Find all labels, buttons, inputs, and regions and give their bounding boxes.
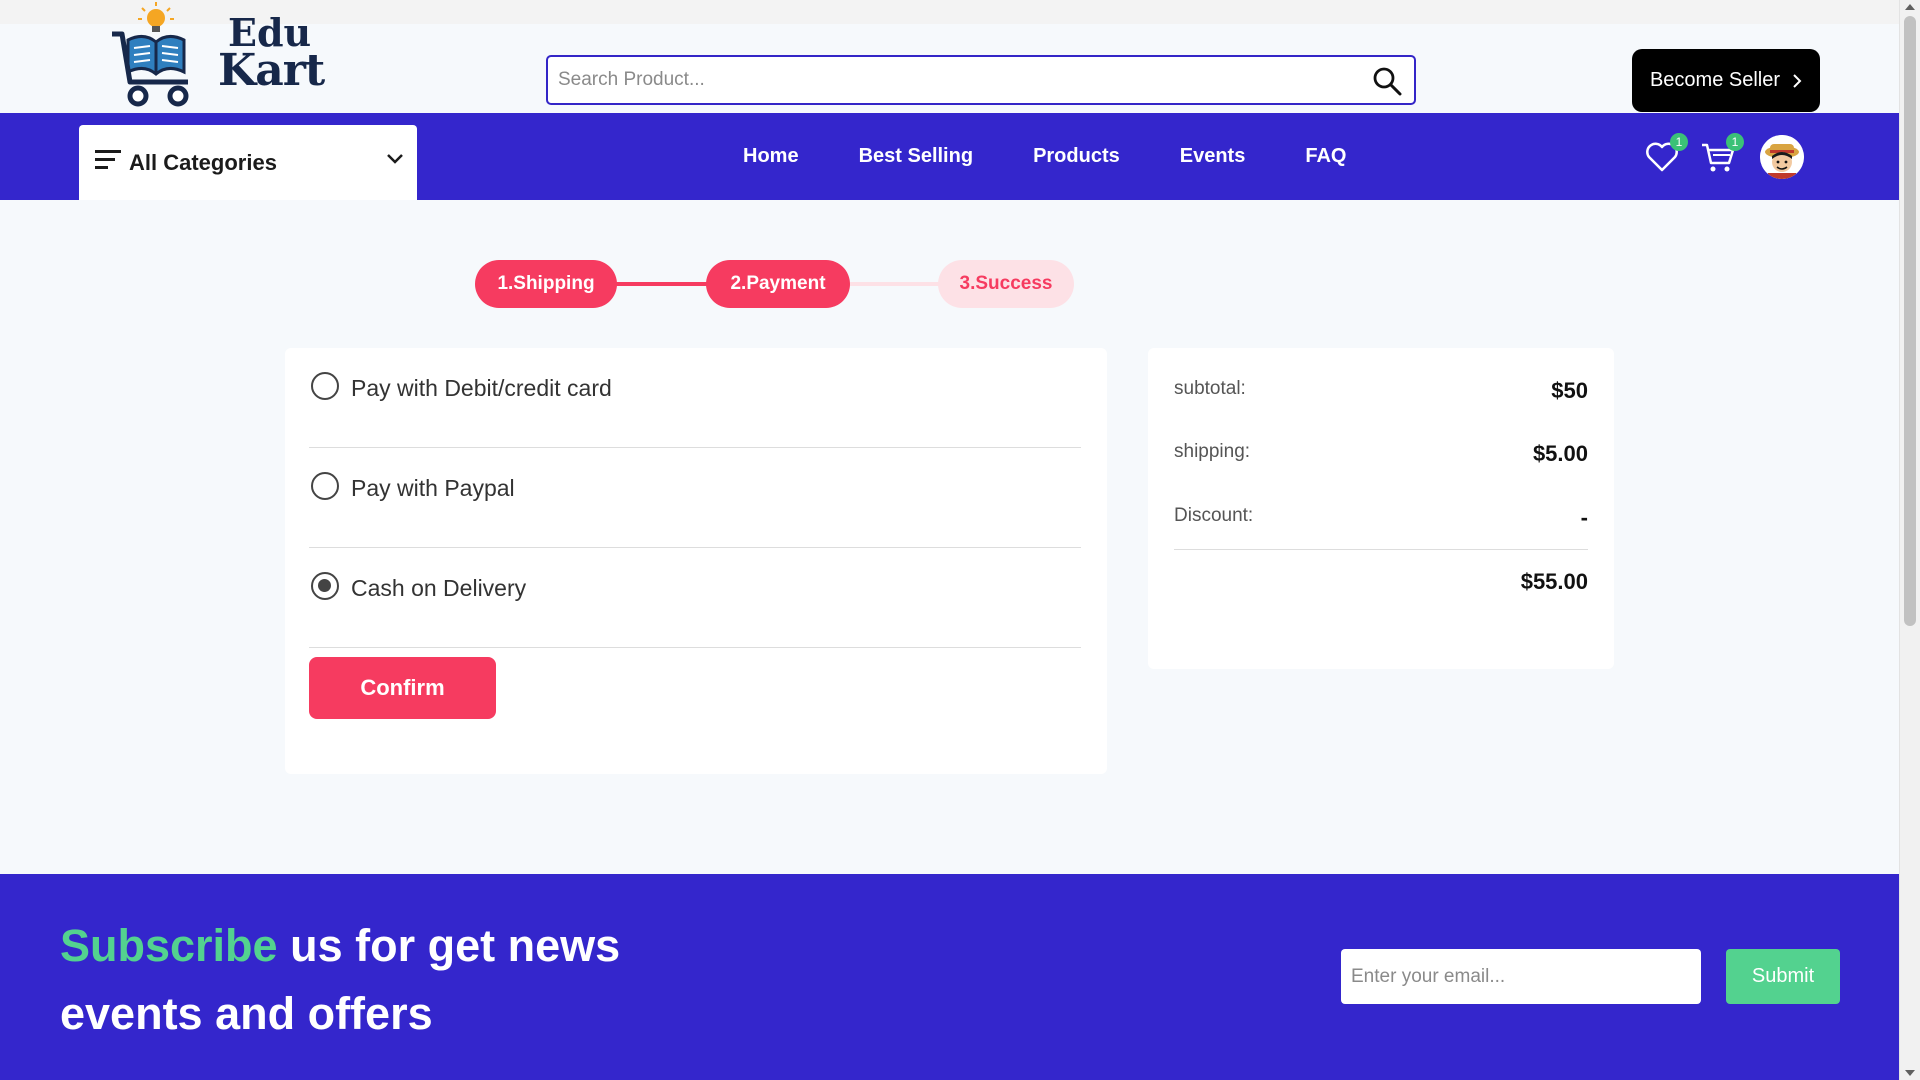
payment-option-paypal[interactable]: Pay with Paypal (309, 448, 1081, 548)
avatar[interactable] (1760, 135, 1804, 179)
payment-option-cod[interactable]: Cash on Delivery (309, 548, 1081, 648)
nav-link-best-selling[interactable]: Best Selling (859, 145, 973, 168)
cart-button[interactable]: 1 (1700, 133, 1744, 175)
search-box (546, 55, 1416, 105)
payment-option-card[interactable]: Pay with Debit/credit card (309, 348, 1081, 448)
search-input[interactable] (558, 57, 1348, 103)
submit-button[interactable]: Submit (1726, 949, 1840, 1004)
nav-link-home[interactable]: Home (743, 145, 799, 168)
scroll-up-arrow-icon[interactable] (1905, 4, 1915, 10)
wishlist-button[interactable]: 1 (1644, 133, 1688, 175)
summary-discount: Discount: - (1174, 505, 1588, 535)
subscribe-highlight: Subscribe (60, 920, 278, 971)
footer-subscribe: Subscribe us for get news events and off… (0, 874, 1899, 1080)
main-nav: All Categories Home Best Selling Product… (0, 113, 1899, 200)
shipping-label: shipping: (1174, 441, 1251, 462)
search-icon[interactable] (1372, 66, 1402, 96)
logo-text: Edu Kart (218, 14, 325, 96)
radio-paypal[interactable] (311, 472, 339, 500)
subtotal-label: subtotal: (1174, 378, 1246, 399)
wishlist-count-badge: 1 (1670, 133, 1688, 151)
confirm-button[interactable]: Confirm (309, 657, 496, 719)
payment-option-label: Cash on Delivery (351, 575, 527, 601)
menu-icon (95, 150, 121, 169)
scrollbar-thumb[interactable] (1904, 16, 1916, 626)
nav-icons: 1 1 (1644, 133, 1804, 181)
chevron-right-icon (1793, 73, 1802, 88)
all-categories-dropdown[interactable]: All Categories (79, 125, 417, 200)
radio-card[interactable] (311, 372, 339, 400)
step-connector-2 (845, 282, 941, 286)
payment-option-label: Pay with Debit/credit card (351, 375, 612, 401)
order-summary-card: subtotal: $50 shipping: $5.00 Discount: … (1148, 348, 1614, 669)
nav-link-events[interactable]: Events (1180, 145, 1246, 168)
summary-shipping: shipping: $5.00 (1174, 441, 1588, 471)
step-connector-1 (615, 282, 711, 286)
nav-link-faq[interactable]: FAQ (1305, 145, 1346, 168)
email-field[interactable] (1341, 949, 1701, 1004)
step-shipping: 1.Shipping (475, 260, 617, 308)
payment-option-label: Pay with Paypal (351, 475, 515, 501)
discount-label: Discount: (1174, 505, 1254, 526)
step-success: 3.Success (938, 260, 1074, 308)
chevron-down-icon (387, 154, 403, 164)
logo-cart-icon (112, 2, 189, 107)
scroll-down-arrow-icon[interactable] (1905, 1070, 1915, 1076)
header: Edu Kart Become Seller (0, 2, 1899, 113)
all-categories-label: All Categories (129, 150, 277, 175)
page: Edu Kart Become Seller All C (0, 0, 1899, 1080)
summary-divider (1174, 549, 1588, 550)
payment-methods-card: Pay with Debit/credit card Pay with Payp… (285, 348, 1107, 774)
cart-count-badge: 1 (1726, 133, 1744, 151)
summary-subtotal: subtotal: $50 (1174, 378, 1588, 408)
radio-cod[interactable] (311, 572, 339, 600)
nav-link-products[interactable]: Products (1033, 145, 1120, 168)
step-payment: 2.Payment (706, 260, 850, 308)
avatar-image (1760, 135, 1804, 179)
logo-line-2: Kart (218, 45, 325, 96)
page-scrollbar[interactable] (1899, 0, 1920, 1080)
nav-links: Home Best Selling Products Events FAQ (743, 113, 1406, 200)
become-seller-button[interactable]: Become Seller (1632, 49, 1820, 112)
total-value: $55.00 (1520, 569, 1588, 594)
become-seller-label: Become Seller (1649, 69, 1781, 91)
summary-total: $55.00 (1174, 569, 1588, 599)
subtotal-value: $50 (1551, 378, 1588, 403)
checkout-steps: 1.Shipping 2.Payment 3.Success (475, 260, 1075, 308)
discount-value: - (1580, 505, 1588, 530)
shipping-value: $5.00 (1532, 441, 1588, 466)
subscribe-heading: Subscribe us for get news events and off… (60, 912, 680, 1048)
